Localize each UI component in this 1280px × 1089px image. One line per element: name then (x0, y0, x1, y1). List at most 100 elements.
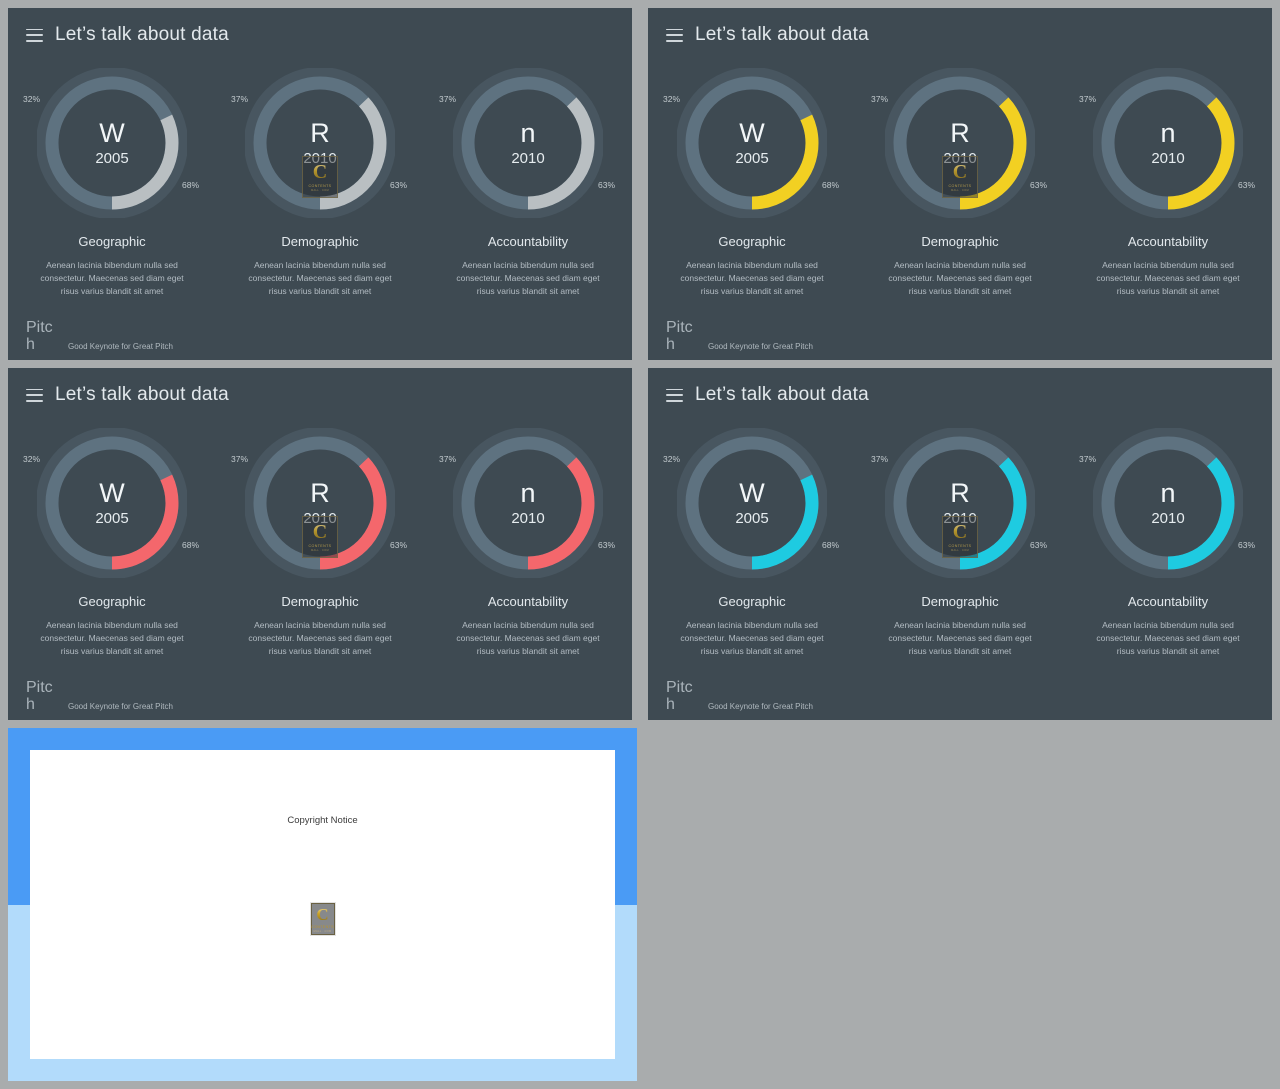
hamburger-line (666, 28, 683, 30)
donut-body-text: Aenean lacinia bibendum nulla sed consec… (888, 620, 1032, 657)
slide-header: Let’s talk about data (26, 384, 229, 406)
hamburger-icon[interactable] (666, 28, 683, 42)
donut-pct-left: 32% (663, 94, 681, 104)
donut-pct-right: 68% (181, 540, 199, 550)
donut-ring (885, 428, 1035, 578)
donut-body-text: Aenean lacinia bibendum nulla sed consec… (680, 260, 824, 297)
donut-pct-right: 63% (1029, 540, 1047, 550)
slide-header: Let’s talk about data (666, 384, 869, 406)
donut-pct-left: 37% (439, 454, 457, 464)
slide-gray: Let’s talk about data W 2005 32% 68% Geograph… (8, 8, 632, 360)
donut-column: W 2005 32% 68% Geographic Aenean lacinia bibe… (659, 428, 845, 659)
brand-name: Pitch (26, 679, 53, 714)
donut-heading: Accountability (1127, 234, 1209, 249)
brand-tagline: Good Keynote for Great Pitch (708, 342, 813, 351)
donut-pct-right: 63% (389, 180, 407, 190)
hamburger-line (26, 34, 43, 36)
slide-red: Let’s talk about data W 2005 32% 68% Geograph… (8, 368, 632, 720)
page-title: Let’s talk about data (55, 384, 229, 405)
donut-body-text: Aenean lacinia bibendum nulla sed consec… (888, 260, 1032, 297)
donut-chart[interactable]: W 2005 32% 68% (23, 68, 199, 218)
page-title: Let’s talk about data (695, 384, 869, 405)
slide-header: Let’s talk about data (666, 24, 869, 46)
donut-column: R 2010 37% 63% Demographic Aenean lacinia bib… (867, 428, 1053, 659)
hamburger-line (26, 388, 43, 390)
donut-chart[interactable]: n 2010 37% 63% (439, 428, 615, 578)
watermark-logo: C CONTENTS MALL . COM (309, 902, 336, 936)
copyright-page: Copyright Notice C CONTENTS MALL . COM (30, 750, 615, 1059)
hamburger-line (666, 400, 683, 402)
donut-chart[interactable]: R 2010 37% 63% (871, 68, 1047, 218)
donut-chart[interactable]: W 2005 32% 68% (663, 68, 839, 218)
donut-column: R 2010 37% 63% Demographic Aenean lacinia bib… (867, 68, 1053, 299)
donut-column: n 2010 37% 63% Accountability Aenean lacinia … (435, 428, 621, 659)
donut-heading: Accountability (487, 594, 569, 609)
slide-footer: Pitch Good Keynote for Great Pitch (666, 320, 813, 354)
donut-column: R 2010 37% 63% Demographic Aenean lacinia bib… (227, 428, 413, 659)
watermark-box: C CONTENTS MALL . COM (310, 903, 335, 935)
hamburger-line (666, 394, 683, 396)
donut-row: W 2005 32% 68% Geographic Aenean lacinia bibe… (648, 68, 1272, 299)
donut-body-text: Aenean lacinia bibendum nulla sed consec… (1096, 620, 1240, 657)
donut-heading: Demographic (921, 594, 999, 609)
hamburger-line (26, 28, 43, 30)
hamburger-icon[interactable] (26, 388, 43, 402)
donut-ring (37, 428, 187, 578)
donut-chart[interactable]: R 2010 37% 63% (871, 428, 1047, 578)
donut-ring (453, 428, 603, 578)
donut-pct-right: 63% (597, 540, 615, 550)
donut-pct-right: 63% (389, 540, 407, 550)
page-title: Let’s talk about data (55, 24, 229, 45)
donut-pct-left: 37% (871, 94, 889, 104)
donut-heading: Accountability (487, 234, 569, 249)
hamburger-line (666, 388, 683, 390)
hamburger-icon[interactable] (666, 388, 683, 402)
slide-yellow: Let’s talk about data W 2005 32% 68% Geograph… (648, 8, 1272, 360)
donut-pct-right: 68% (181, 180, 199, 190)
donut-heading: Geographic (78, 594, 146, 609)
donut-chart[interactable]: W 2005 32% 68% (663, 428, 839, 578)
hamburger-line (26, 400, 43, 402)
donut-pct-left: 37% (439, 94, 457, 104)
donut-pct-left: 32% (663, 454, 681, 464)
donut-chart[interactable]: R 2010 37% 63% (231, 428, 407, 578)
donut-body-text: Aenean lacinia bibendum nulla sed consec… (248, 260, 392, 297)
brand-tagline: Good Keynote for Great Pitch (68, 342, 173, 351)
brand-name: Pitch (666, 679, 693, 714)
donut-chart[interactable]: n 2010 37% 63% (439, 68, 615, 218)
donut-pct-right: 68% (821, 540, 839, 550)
donut-body-text: Aenean lacinia bibendum nulla sed consec… (456, 260, 600, 297)
donut-pct-left: 37% (1079, 94, 1097, 104)
donut-chart[interactable]: R 2010 37% 63% (231, 68, 407, 218)
donut-column: W 2005 32% 68% Geographic Aenean lacinia bibe… (19, 428, 205, 659)
donut-body-text: Aenean lacinia bibendum nulla sed consec… (456, 620, 600, 657)
copyright-notice: Copyright Notice (287, 815, 358, 826)
brand-tagline: Good Keynote for Great Pitch (68, 702, 173, 711)
donut-pct-left: 37% (231, 454, 249, 464)
hamburger-line (26, 394, 43, 396)
donut-body-text: Aenean lacinia bibendum nulla sed consec… (40, 260, 184, 297)
donut-body-text: Aenean lacinia bibendum nulla sed consec… (248, 620, 392, 657)
donut-column: n 2010 37% 63% Accountability Aenean lacinia … (1075, 68, 1261, 299)
slide-header: Let’s talk about data (26, 24, 229, 46)
donut-heading: Demographic (921, 234, 999, 249)
donut-chart[interactable]: n 2010 37% 63% (1079, 68, 1255, 218)
donut-pct-left: 37% (231, 94, 249, 104)
donut-pct-right: 63% (597, 180, 615, 190)
donut-body-text: Aenean lacinia bibendum nulla sed consec… (680, 620, 824, 657)
donut-pct-left: 37% (871, 454, 889, 464)
donut-chart[interactable]: n 2010 37% 63% (1079, 428, 1255, 578)
donut-pct-right: 68% (821, 180, 839, 190)
screenshot-root: Let’s talk about data W 2005 32% 68% Geograph… (0, 0, 1280, 1089)
donut-pct-right: 63% (1237, 540, 1255, 550)
hamburger-line (666, 34, 683, 36)
donut-heading: Demographic (281, 234, 359, 249)
brand-tagline: Good Keynote for Great Pitch (708, 702, 813, 711)
hamburger-icon[interactable] (26, 28, 43, 42)
donut-chart[interactable]: W 2005 32% 68% (23, 428, 199, 578)
watermark-line2: MALL . COM (313, 929, 332, 933)
donut-pct-left: 32% (23, 94, 41, 104)
donut-heading: Accountability (1127, 594, 1209, 609)
donut-heading: Geographic (718, 594, 786, 609)
slide-footer: Pitch Good Keynote for Great Pitch (666, 680, 813, 714)
